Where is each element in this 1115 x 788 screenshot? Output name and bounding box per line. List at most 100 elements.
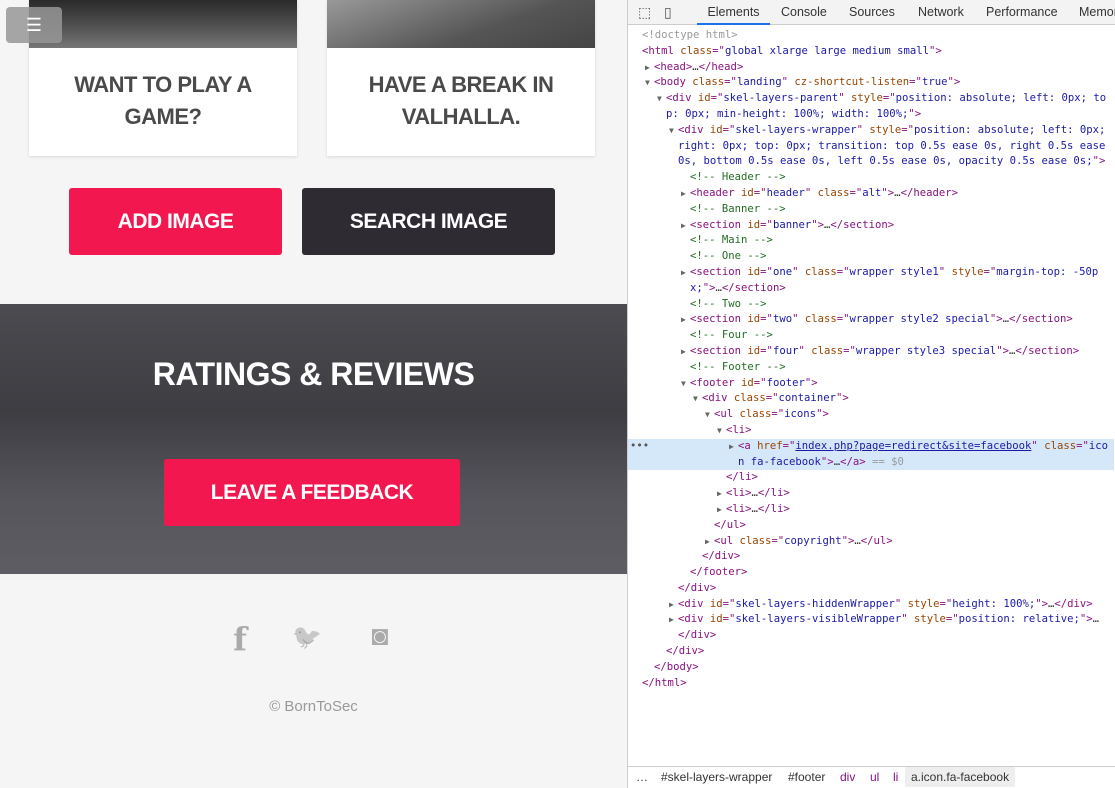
dom-node[interactable]: <!-- Footer --> <box>628 360 1114 376</box>
collapse-arrow-icon[interactable]: ▼ <box>717 423 722 439</box>
dom-token: =" <box>760 313 773 326</box>
expand-arrow-icon[interactable]: ▶ <box>681 186 686 202</box>
expand-arrow-icon[interactable]: ▶ <box>681 312 686 328</box>
dom-token: copyright <box>784 534 842 547</box>
twitter-icon[interactable]: 🐦 <box>287 623 327 652</box>
dom-node[interactable]: ▶ <header id="header" class="alt">…</head… <box>628 186 1114 202</box>
dom-token: =" <box>760 218 773 231</box>
dom-node[interactable]: <!-- Main --> <box>628 233 1114 249</box>
dom-token: … <box>1092 613 1100 626</box>
expand-arrow-icon[interactable]: ▶ <box>681 344 686 360</box>
dom-node[interactable]: <!-- One --> <box>628 249 1114 265</box>
dom-node[interactable]: ▼ <body class="landing" cz-shortcut-liste… <box>628 75 1114 91</box>
card-play-game[interactable]: WANT TO PLAY A GAME? <box>29 0 297 156</box>
expand-arrow-icon[interactable]: ▶ <box>717 486 722 502</box>
dom-node[interactable]: </footer> <box>628 565 1114 581</box>
expand-arrow-icon[interactable]: ▶ <box>669 612 674 628</box>
dom-link[interactable]: index.php?page=redirect&site=facebook <box>795 440 1031 452</box>
expand-arrow-icon[interactable]: ▶ <box>729 439 734 455</box>
collapse-arrow-icon[interactable]: ▼ <box>645 75 650 91</box>
dom-node[interactable]: <!doctype html> <box>628 28 1114 44</box>
dom-node[interactable]: <html class="global xlarge large medium … <box>628 44 1114 60</box>
dom-node[interactable]: ▶ <div id="skel-layers-hiddenWrapper" sty… <box>628 597 1114 613</box>
dom-token: =" <box>712 44 725 57</box>
dom-node[interactable]: ▼ <footer id="footer"> <box>628 376 1114 392</box>
dom-node[interactable]: ▼ <ul class="icons"> <box>628 407 1114 423</box>
dom-node[interactable]: <!-- Four --> <box>628 328 1114 344</box>
expand-arrow-icon[interactable]: ▶ <box>645 60 650 76</box>
dom-node[interactable]: </div> <box>628 581 1114 597</box>
dom-token: "> <box>816 408 829 421</box>
dom-tree[interactable]: <!doctype html> <html class="global xlarg… <box>628 28 1114 691</box>
inspect-element-icon[interactable]: ⬚ <box>638 4 651 21</box>
dom-token: " <box>792 265 805 278</box>
menu-button[interactable]: ☰ <box>6 7 62 43</box>
breadcrumb-item[interactable]: li <box>893 767 898 787</box>
dom-node[interactable]: <!-- Two --> <box>628 297 1114 313</box>
breadcrumb-item-selected[interactable]: a.icon.fa-facebook <box>905 767 1016 787</box>
expand-arrow-icon[interactable]: ▶ <box>681 265 686 281</box>
card-valhalla[interactable]: HAVE A BREAK IN VALHALLA. <box>327 0 595 156</box>
dom-token: "> <box>835 392 849 405</box>
dom-token: " <box>938 265 952 278</box>
expand-arrow-icon[interactable]: ▶ <box>681 218 686 234</box>
dom-node[interactable]: ▶ <ul class="copyright">…</ul> <box>628 534 1114 550</box>
dom-token: =" <box>722 123 736 136</box>
breadcrumb-item[interactable]: #skel-layers-wrapper <box>661 767 772 787</box>
dom-node[interactable]: </div> <box>628 549 1114 565</box>
tab-performance[interactable]: Performance <box>986 0 1058 24</box>
tab-memory[interactable]: Memor <box>1079 0 1115 24</box>
tab-console[interactable]: Console <box>781 0 827 24</box>
leave-feedback-button[interactable]: LEAVE A FEEDBACK <box>164 459 460 526</box>
search-image-button[interactable]: SEARCH IMAGE <box>302 188 555 255</box>
tab-network[interactable]: Network <box>918 0 964 24</box>
dom-node-selected[interactable]: ••• ▶ <a href="index.php?page=redirect&sit… <box>628 438 1114 471</box>
dom-node[interactable]: ▼ <div class="container"> <box>628 391 1114 407</box>
expand-arrow-icon[interactable]: ▶ <box>705 534 710 550</box>
collapse-arrow-icon[interactable]: ▼ <box>669 123 674 139</box>
more-options-icon[interactable]: ••• <box>630 439 649 455</box>
expand-arrow-icon[interactable]: ▶ <box>717 502 722 518</box>
dom-token: <li> <box>726 423 752 436</box>
dom-node[interactable]: </body> <box>628 660 1114 676</box>
dom-node[interactable]: ▶ <li>…</li> <box>628 486 1114 502</box>
dom-token: <li> <box>726 502 752 515</box>
dom-node[interactable]: ▶ <section id="banner">…</section> <box>628 218 1114 234</box>
breadcrumb-item[interactable]: div <box>840 767 855 787</box>
dom-node[interactable]: ▶ <section id="two" class="wrapper style2… <box>628 312 1114 328</box>
dom-node[interactable]: ▶ <div id="skel-layers-visibleWrapper" st… <box>628 612 1114 644</box>
instagram-icon[interactable]: ◙ <box>360 620 400 652</box>
breadcrumb-item[interactable]: #footer <box>788 767 825 787</box>
tab-sources[interactable]: Sources <box>849 0 895 24</box>
dom-node[interactable]: ▶ <section id="one" class="wrapper style1… <box>628 265 1114 297</box>
dom-node[interactable]: <!-- Header --> <box>628 170 1114 186</box>
dom-token: <div <box>678 123 710 136</box>
collapse-arrow-icon[interactable]: ▼ <box>681 376 686 392</box>
dom-token: =" <box>753 186 767 199</box>
add-image-button[interactable]: ADD IMAGE <box>69 188 282 255</box>
breadcrumb-item[interactable]: ul <box>870 767 879 787</box>
dom-node[interactable]: </html> <box>628 676 1114 692</box>
dom-token: <!-- Header --> <box>690 171 786 184</box>
dom-node[interactable]: ▶ <section id="four" class="wrapper style… <box>628 344 1114 360</box>
dom-node[interactable]: ▼ <div id="skel-layers-parent" style="pos… <box>628 91 1114 123</box>
dom-node[interactable]: </div> <box>628 644 1114 660</box>
breadcrumb-more[interactable]: … <box>636 767 648 787</box>
dom-token: "> <box>947 76 961 89</box>
facebook-icon[interactable]: f <box>220 620 260 658</box>
dom-token: global xlarge large medium small <box>724 44 930 57</box>
dom-node[interactable]: </ul> <box>628 518 1114 534</box>
dom-node[interactable]: ▼ <li> <box>628 423 1114 439</box>
dom-node[interactable]: </li> <box>628 470 1114 486</box>
dom-node[interactable]: ▼ <div id="skel-layers-wrapper" style="po… <box>628 123 1114 170</box>
dom-node[interactable]: <!-- Banner --> <box>628 202 1114 218</box>
collapse-arrow-icon[interactable]: ▼ <box>693 391 698 407</box>
expand-arrow-icon[interactable]: ▶ <box>669 597 674 613</box>
collapse-arrow-icon[interactable]: ▼ <box>705 407 710 423</box>
dom-token: </section> <box>1008 313 1073 326</box>
tab-elements[interactable]: Elements <box>697 0 770 25</box>
device-toolbar-icon[interactable]: ▯ <box>664 4 672 21</box>
dom-node[interactable]: ▶ <li>…</li> <box>628 502 1114 518</box>
dom-node[interactable]: ▶ <head>…</head> <box>628 60 1114 76</box>
collapse-arrow-icon[interactable]: ▼ <box>657 91 662 107</box>
